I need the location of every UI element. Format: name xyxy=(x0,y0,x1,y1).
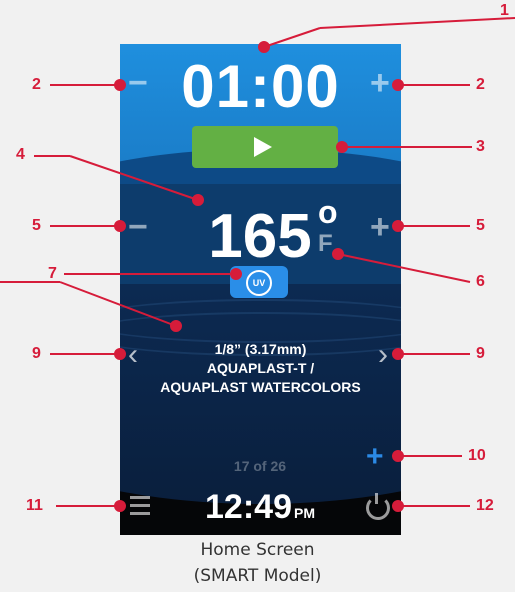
callout-7: 7 xyxy=(48,265,57,282)
callout-9-right: 9 xyxy=(476,345,485,362)
callout-9-left: 9 xyxy=(32,345,41,362)
callout-5-left: 5 xyxy=(32,217,41,234)
callout-12: 12 xyxy=(476,497,494,514)
callout-11: 11 xyxy=(26,497,43,514)
callout-2-left: 2 xyxy=(32,76,41,93)
callout-5-right: 5 xyxy=(476,217,485,234)
callout-3: 3 xyxy=(476,138,485,155)
callout-2-right: 2 xyxy=(476,76,485,93)
caption-title: Home Screen xyxy=(200,540,315,560)
callout-1: 1 xyxy=(500,2,509,19)
callout-6: 6 xyxy=(476,273,485,290)
caption-subtitle: (SMART Model) xyxy=(193,566,322,586)
callout-10: 10 xyxy=(468,447,486,464)
callout-4: 4 xyxy=(16,146,25,163)
callout-lines xyxy=(0,17,515,512)
